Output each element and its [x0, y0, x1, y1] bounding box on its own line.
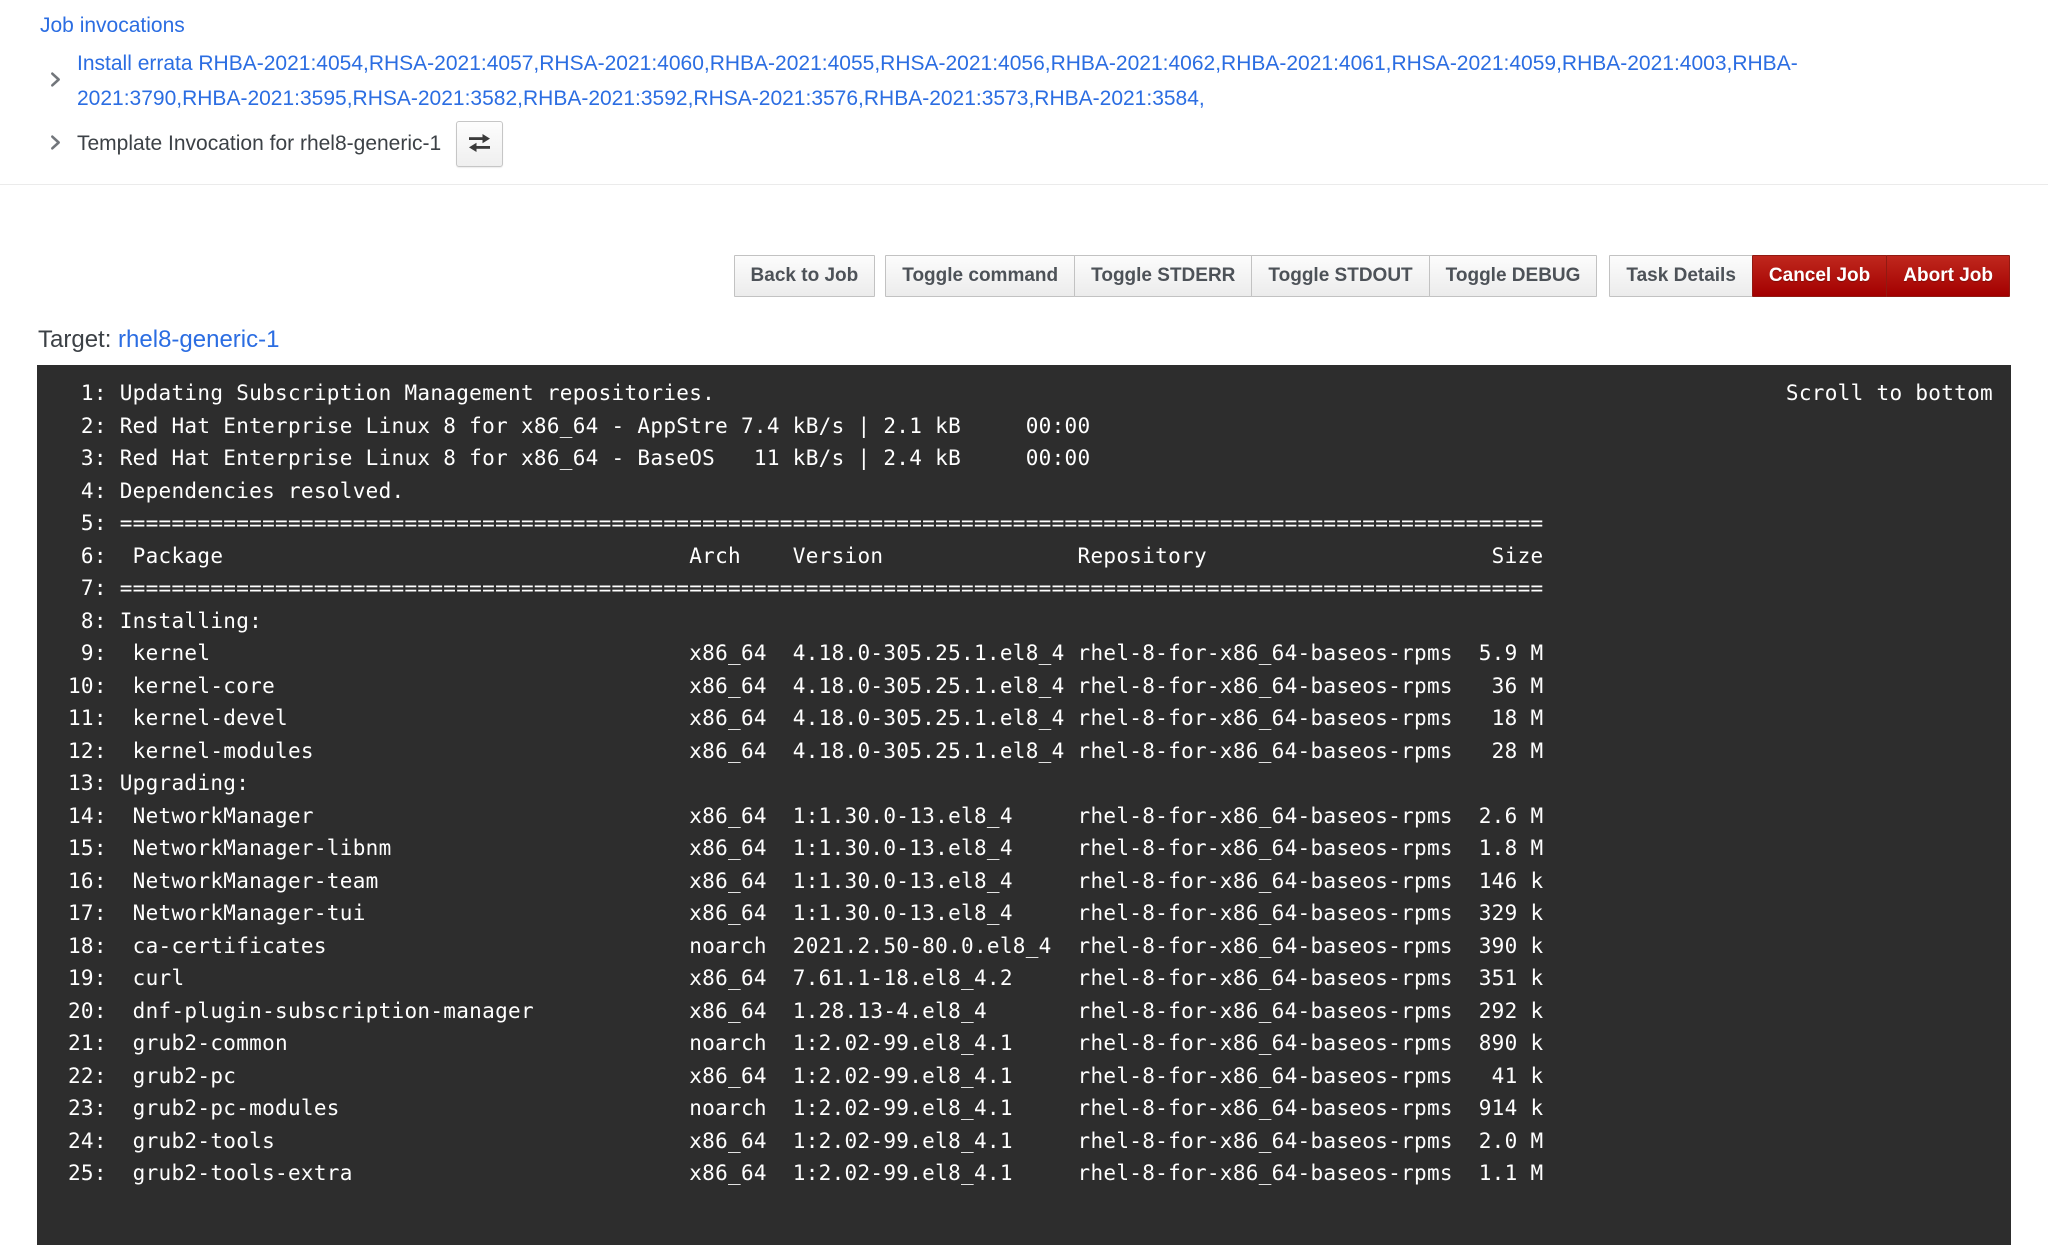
- toggle-stderr-button[interactable]: Toggle STDERR: [1074, 255, 1252, 297]
- terminal-line: 9: kernel x86_64 4.18.0-305.25.1.el8_4 r…: [55, 637, 1993, 670]
- terminal-line: 16: NetworkManager-team x86_64 1:1.30.0-…: [55, 865, 1993, 898]
- terminal-line: 14: NetworkManager x86_64 1:1.30.0-13.el…: [55, 800, 1993, 833]
- terminal-line: 11: kernel-devel x86_64 4.18.0-305.25.1.…: [55, 702, 1993, 735]
- terminal-line: 15: NetworkManager-libnm x86_64 1:1.30.0…: [55, 832, 1993, 865]
- terminal-line: 17: NetworkManager-tui x86_64 1:1.30.0-1…: [55, 897, 1993, 930]
- terminal-line: 8: Installing:: [55, 605, 1993, 638]
- terminal-line: 13: Upgrading:: [55, 767, 1993, 800]
- toggle-command-button[interactable]: Toggle command: [885, 255, 1075, 297]
- terminal-line: 1: Updating Subscription Management repo…: [55, 377, 1993, 410]
- toggle-stdout-button[interactable]: Toggle STDOUT: [1251, 255, 1429, 297]
- terminal-line: 2: Red Hat Enterprise Linux 8 for x86_64…: [55, 410, 1993, 443]
- chevron-right-icon: [47, 134, 64, 154]
- errata-invocation-link[interactable]: Install errata RHBA-2021:4054,RHSA-2021:…: [77, 46, 1877, 116]
- target-line: Target: rhel8-generic-1: [38, 325, 2048, 355]
- template-invocation-label: Template Invocation for rhel8-generic-1: [77, 132, 441, 156]
- terminal-line: 24: grub2-tools x86_64 1:2.02-99.el8_4.1…: [55, 1125, 1993, 1158]
- terminal-line: 22: grub2-pc x86_64 1:2.02-99.el8_4.1 rh…: [55, 1060, 1993, 1093]
- abort-job-button[interactable]: Abort Job: [1886, 255, 2010, 297]
- terminal-line: 25: grub2-tools-extra x86_64 1:2.02-99.e…: [55, 1157, 1993, 1190]
- job-output-terminal: Scroll to bottom 1: Updating Subscriptio…: [37, 365, 2011, 1245]
- template-invocation-expand-toggle[interactable]: [47, 134, 64, 154]
- terminal-line: 19: curl x86_64 7.61.1-18.el8_4.2 rhel-8…: [55, 962, 1993, 995]
- errata-invocation-row: Install errata RHBA-2021:4054,RHSA-2021:…: [0, 46, 2048, 116]
- job-toolbar: Back to Job Toggle command Toggle STDERR…: [0, 255, 2048, 297]
- target-label: Target:: [38, 326, 111, 353]
- terminal-line: 21: grub2-common noarch 1:2.02-99.el8_4.…: [55, 1027, 1993, 1060]
- target-host-link[interactable]: rhel8-generic-1: [118, 326, 279, 353]
- swap-invocation-button[interactable]: [456, 121, 503, 167]
- breadcrumb-job-invocations-link[interactable]: Job invocations: [40, 14, 185, 37]
- terminal-line: 5: =====================================…: [55, 507, 1993, 540]
- back-to-job-button[interactable]: Back to Job: [734, 255, 876, 297]
- terminal-line: 3: Red Hat Enterprise Linux 8 for x86_64…: [55, 442, 1993, 475]
- breadcrumb: Job invocations: [0, 0, 2048, 39]
- scroll-to-bottom-link[interactable]: Scroll to bottom: [1786, 377, 1993, 410]
- task-details-button[interactable]: Task Details: [1609, 255, 1752, 297]
- section-divider: [0, 184, 2048, 185]
- errata-expand-toggle[interactable]: [47, 71, 64, 91]
- cancel-job-button[interactable]: Cancel Job: [1752, 255, 1887, 297]
- chevron-right-icon: [47, 71, 64, 91]
- terminal-line: 7: =====================================…: [55, 572, 1993, 605]
- terminal-line: 18: ca-certificates noarch 2021.2.50-80.…: [55, 930, 1993, 963]
- terminal-line: 20: dnf-plugin-subscription-manager x86_…: [55, 995, 1993, 1028]
- terminal-line: 23: grub2-pc-modules noarch 1:2.02-99.el…: [55, 1092, 1993, 1125]
- template-invocation-row: Template Invocation for rhel8-generic-1: [0, 121, 2048, 167]
- terminal-lines: 1: Updating Subscription Management repo…: [55, 377, 1993, 1190]
- terminal-line: 4: Dependencies resolved.: [55, 475, 1993, 508]
- toggle-debug-button[interactable]: Toggle DEBUG: [1429, 255, 1598, 297]
- terminal-line: 10: kernel-core x86_64 4.18.0-305.25.1.e…: [55, 670, 1993, 703]
- terminal-line: 6: Package Arch Version Repository Size: [55, 540, 1993, 573]
- swap-arrows-icon: [467, 133, 492, 156]
- terminal-line: 12: kernel-modules x86_64 4.18.0-305.25.…: [55, 735, 1993, 768]
